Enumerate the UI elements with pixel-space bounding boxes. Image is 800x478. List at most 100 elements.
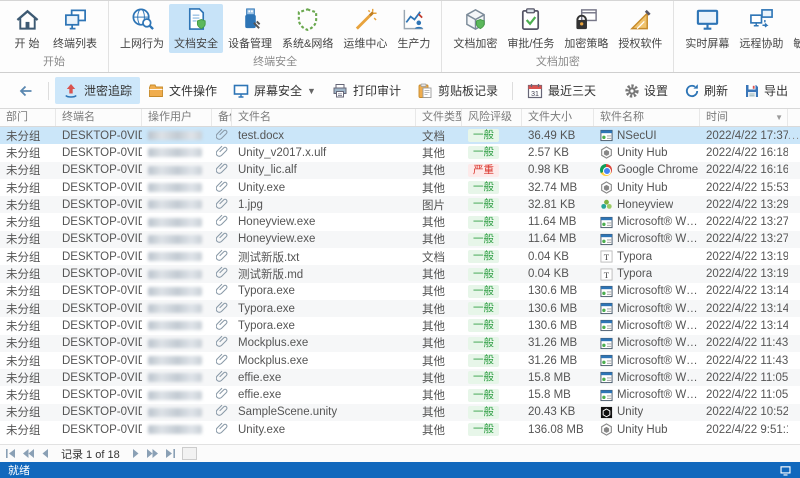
ribbon-item-终端列表[interactable]: 终端列表 — [48, 4, 102, 53]
ribbon-item-文档加密[interactable]: 文档加密 — [448, 4, 502, 53]
risk-badge: 一般 — [468, 371, 499, 385]
column-header-风险评级[interactable]: 风险评级 — [462, 109, 522, 126]
column-header-文件大小[interactable]: 文件大小 — [522, 109, 594, 126]
ribbon-item-系统&网络[interactable]: 系统&网络 — [277, 4, 338, 53]
toolbar-button-屏幕安全[interactable]: 屏幕安全 ▼ — [225, 77, 324, 104]
table-row[interactable]: 未分组 DESKTOP-0VIDMDJ Mockplus.exe 其他 一般 31.26 … — [0, 334, 800, 352]
table-row[interactable]: 未分组 DESKTOP-0VIDMDJ Typora.exe 其他 一般 130.6 MB… — [0, 283, 800, 300]
ribbon-item-远程协助[interactable]: 远程协助 — [734, 4, 788, 53]
cell-software: Microsoft® Windows® Oper... — [594, 335, 700, 352]
cell-terminal-name: DESKTOP-0VIDMDJ — [62, 146, 142, 159]
table-row[interactable]: 未分组 DESKTOP-0VIDMDJ Unity_v2017.x.ulf 其他 一般 2… — [0, 144, 800, 161]
toolbar-button-打印审计[interactable]: 打印审计 — [324, 77, 409, 104]
cell-more — [788, 317, 800, 334]
ribbon-group-name: 文档加密 — [535, 56, 580, 68]
ribbon-item-加密策略[interactable]: 加密策略 — [559, 4, 613, 53]
cell-risk: 一般 — [462, 300, 522, 317]
software-name: Microsoft® Windows® Oper... — [617, 337, 700, 350]
table-row[interactable]: 未分组 DESKTOP-0VIDMDJ effie.exe 其他 一般 15.8 MB Mi… — [0, 386, 800, 403]
toolbar-button-label: 文件操作 — [169, 84, 218, 98]
ribbon-group-name: 工具 — [676, 54, 800, 72]
cell-filesize: 130.6 MB — [528, 302, 578, 315]
pager-prev-button[interactable] — [38, 447, 53, 461]
paperclip-icon — [215, 353, 229, 369]
table-row[interactable]: 未分组 DESKTOP-0VIDMDJ 测试新版.md 其他 一般 0.04 KB T Typ… — [0, 265, 800, 283]
column-header-文件类型[interactable]: 文件类型 — [416, 109, 462, 126]
cell-risk: 一般 — [462, 196, 522, 213]
table-row[interactable]: 未分组 DESKTOP-0VIDMDJ 测试新版.txt 文档 一般 0.04 KB T Ty… — [0, 248, 800, 265]
table-row[interactable]: 未分组 DESKTOP-0VIDMDJ test.docx 文档 一般 36.49 KB N… — [0, 127, 800, 145]
cell-more — [788, 179, 800, 196]
table-row[interactable]: 未分组 DESKTOP-0VIDMDJ Typora.exe 其他 一般 130.6 MB… — [0, 317, 800, 334]
operator-redacted — [148, 390, 202, 400]
column-header-label: 文件类型 — [422, 111, 462, 123]
risk-badge: 一般 — [468, 215, 499, 229]
table-row[interactable]: 未分组 DESKTOP-0VIDMDJ Unity.exe 其他 一般 136.08 MB… — [0, 421, 800, 438]
column-header-软件名称[interactable]: 软件名称 — [594, 109, 700, 126]
toolbar-button-导出[interactable]: 导出 — [742, 78, 790, 103]
column-header-部门[interactable]: 部门 — [0, 109, 56, 126]
cell-more[interactable]: ... — [788, 127, 800, 144]
pager-fast-prev-button[interactable] — [21, 447, 36, 461]
software-entry: Microsoft® Windows® Oper... — [600, 371, 700, 384]
pager-fast-next-button[interactable] — [145, 447, 160, 461]
cell-terminal-name: DESKTOP-0VIDMDJ — [62, 389, 142, 402]
ribbon-item-设备管理[interactable]: 设备管理 — [223, 4, 277, 53]
table-row[interactable]: 未分组 DESKTOP-0VIDMDJ effie.exe 其他 一般 15.8 MB Mi… — [0, 369, 800, 387]
cell-risk: 一般 — [462, 231, 522, 248]
software-entry: Microsoft® Windows® Oper... — [600, 302, 700, 315]
table-row[interactable]: 未分组 DESKTOP-0VIDMDJ Unity.exe 其他 一般 32.74 MB U… — [0, 179, 800, 196]
ribbon-item-开始[interactable]: 开 始 — [6, 4, 48, 53]
pager-last-button[interactable] — [162, 447, 177, 461]
chevron-down-icon: ▼ — [307, 85, 316, 96]
table-row[interactable]: 未分组 DESKTOP-0VIDMDJ 1.jpg 图片 一般 32.81 KB Honey… — [0, 196, 800, 214]
row-more-button[interactable]: ... — [788, 130, 800, 142]
toolbar-button-文件操作[interactable]: 文件操作 — [140, 77, 225, 104]
column-header-备份[interactable]: 备份 — [212, 109, 232, 126]
cell-time: 2022/4/22 13:14:06 — [706, 319, 788, 332]
table-row[interactable]: 未分组 DESKTOP-0VIDMDJ Honeyview.exe 其他 一般 11.64… — [0, 230, 800, 249]
toolbar-divider — [48, 81, 49, 100]
cell-department: 未分组 — [6, 199, 41, 212]
ribbon-item-运维中心[interactable]: 运维中心 — [338, 4, 392, 53]
cell-operator-user — [142, 231, 212, 248]
table-row[interactable]: 未分组 DESKTOP-0VIDMDJ SampleScene.unity 其他 一般 2… — [0, 403, 800, 422]
pager-next-button[interactable] — [128, 447, 143, 461]
table-row[interactable]: 未分组 DESKTOP-0VIDMDJ Unity_lic.alf 其他 严重 0.98 … — [0, 161, 800, 179]
cell-department: 未分组 — [6, 251, 41, 264]
cell-terminal-name: DESKTOP-0VIDMDJ — [62, 216, 142, 229]
pager-first-button[interactable] — [4, 447, 19, 461]
table-row[interactable]: 未分组 DESKTOP-0VIDMDJ Typora.exe 其他 一般 130.6 MB… — [0, 299, 800, 318]
toolbar-button-设置[interactable]: 设置 — [622, 78, 670, 103]
cell-risk: 一般 — [462, 386, 522, 403]
exe-soft-icon — [600, 233, 613, 246]
pager-extra-button[interactable] — [181, 447, 197, 460]
toolbar-button-刷新[interactable]: 刷新 — [682, 78, 730, 103]
toolbar-button-泄密追踪[interactable]: 泄密追踪 — [55, 77, 141, 104]
statusbar-monitor-icon[interactable] — [779, 464, 792, 477]
ribbon-item-生产力[interactable]: 生产力 — [392, 4, 435, 53]
ribbon-item-敏感内容扫描[interactable]: 敏感内容扫描 — [788, 4, 800, 53]
recent-days-icon: 31 — [527, 83, 543, 99]
toolbar-button-剪贴板记录[interactable]: 剪贴板记录 — [409, 77, 506, 104]
cell-time: 2022/4/22 13:27:25 — [706, 216, 788, 229]
toolbar-button-最近三天[interactable]: 31 最近三天 — [519, 77, 604, 104]
column-header-blank — [788, 109, 800, 126]
ribbon-item-文档安全[interactable]: 文档安全 — [169, 4, 223, 53]
ribbon-item-label: 生产力 — [397, 38, 431, 50]
column-header-终端名[interactable]: 终端名 — [56, 109, 142, 126]
column-header-操作用户[interactable]: 操作用户 — [142, 109, 212, 126]
column-header-时间[interactable]: 时间 ▼ — [700, 109, 788, 126]
table-row[interactable]: 未分组 DESKTOP-0VIDMDJ Honeyview.exe 其他 一般 11.64… — [0, 213, 800, 230]
ribbon-item-审批/任务[interactable]: 审批/任务 — [502, 4, 559, 53]
cell-software: Microsoft® Windows® Oper... — [594, 352, 700, 369]
software-entry: Google Chrome — [600, 163, 698, 177]
ribbon-item-实时屏幕[interactable]: 实时屏幕 — [680, 4, 734, 53]
ribbon-item-上网行为[interactable]: 上网行为 — [115, 4, 169, 53]
column-header-文件名[interactable]: 文件名 — [232, 109, 416, 126]
ribbon-item-授权软件[interactable]: 授权软件 — [613, 4, 667, 53]
back-button[interactable] — [10, 79, 42, 103]
cell-filesize: 32.81 KB — [528, 198, 576, 211]
toolbar-button-label: 最近三天 — [548, 84, 597, 98]
table-row[interactable]: 未分组 DESKTOP-0VIDMDJ Mockplus.exe 其他 一般 31.26 … — [0, 352, 800, 369]
